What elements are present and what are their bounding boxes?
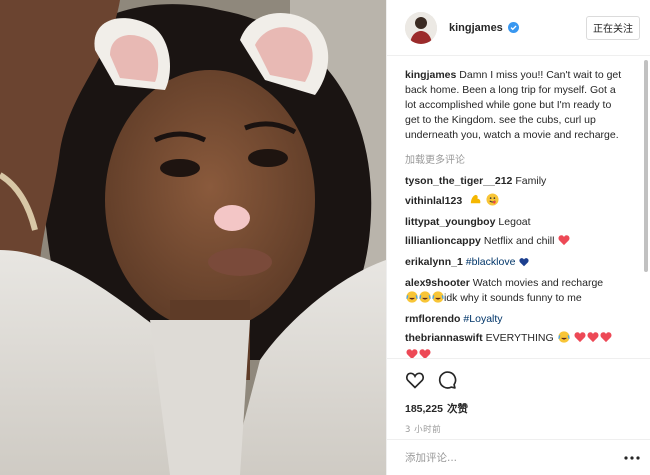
crying-laughing-emoji-icon	[432, 291, 444, 308]
red-heart-emoji-icon	[406, 348, 418, 358]
likes-number: 185,225	[405, 403, 443, 415]
speech-bubble-icon[interactable]	[437, 370, 457, 393]
comment-username[interactable]: alex9shooter	[405, 277, 470, 289]
selfie-image	[0, 0, 386, 475]
following-button[interactable]: 正在关注	[586, 15, 640, 40]
red-heart-emoji-icon	[574, 331, 586, 348]
blue-heart-emoji-icon	[519, 257, 529, 272]
comment-username[interactable]: littypat_youngboy	[405, 216, 495, 228]
comment-text: Netflix and chill	[483, 235, 555, 247]
heart-outline-icon[interactable]	[405, 370, 425, 393]
comment: littypat_youngboy Legoat	[405, 215, 628, 230]
caption: kingjames Damn I miss you!! Can't wait t…	[405, 68, 628, 143]
comment: thebriannaswift EVERYTHING	[405, 331, 628, 358]
post-photo[interactable]	[0, 0, 386, 475]
flexed-bicep-emoji-icon	[469, 193, 482, 211]
action-bar	[405, 369, 632, 393]
comment-text: Family	[515, 175, 547, 187]
crying-laughing-emoji-icon	[406, 291, 418, 308]
hashtag-link[interactable]: #blacklove	[466, 256, 516, 268]
comment-username[interactable]: tyson_the_tiger__212	[405, 175, 512, 187]
post-actions-area: 185,225 次赞 3 小时前	[387, 358, 650, 439]
red-heart-emoji-icon	[587, 331, 599, 348]
comment-text: Legoat	[498, 216, 531, 228]
comment: erikalynn_1 #blacklove	[405, 255, 628, 272]
comment-text: Watch movies and recharge	[472, 277, 604, 289]
likes-unit: 次赞	[446, 403, 468, 415]
likes-count[interactable]: 185,225 次赞	[405, 401, 632, 416]
red-heart-emoji-icon	[419, 348, 431, 358]
comment: alex9shooter Watch movies and recharge id…	[405, 276, 628, 308]
header-username[interactable]: kingjames	[449, 22, 503, 34]
add-comment-bar	[387, 439, 650, 475]
bunny-nose-filter	[214, 205, 250, 231]
comment-username[interactable]: vithinlal123	[405, 195, 462, 207]
crying-laughing-emoji-icon	[557, 331, 570, 348]
comment: lillianlioncappy Netflix and chill	[405, 234, 628, 251]
comments-list[interactable]: kingjames Damn I miss you!! Can't wait t…	[387, 56, 650, 358]
comment: vithinlal123	[405, 193, 628, 211]
comment-username[interactable]: thebriannaswift	[405, 332, 483, 344]
avatar-image	[405, 11, 437, 44]
red-heart-emoji-icon	[600, 331, 612, 348]
load-more-comments-link[interactable]: 加载更多评论	[405, 151, 628, 166]
comment: rmflorendo #Loyalty	[405, 312, 628, 327]
crying-laughing-emoji-icon	[419, 291, 431, 308]
hashtag-link[interactable]: #Loyalty	[463, 313, 502, 325]
comment: tyson_the_tiger__212 Family	[405, 174, 628, 189]
verified-badge-icon	[507, 22, 519, 33]
post-header: kingjames 正在关注	[387, 0, 650, 56]
instagram-post: kingjames 正在关注 kingjames Damn I miss you…	[0, 0, 650, 475]
red-heart-emoji-icon	[558, 234, 570, 251]
post-timestamp[interactable]: 3 小时前	[405, 423, 632, 435]
comment-text: EVERYTHING	[485, 332, 554, 344]
add-comment-input[interactable]	[405, 451, 624, 464]
post-side-panel: kingjames 正在关注 kingjames Damn I miss you…	[386, 0, 650, 475]
comment-username[interactable]: lillianlioncappy	[405, 235, 481, 247]
comments-scrollbar[interactable]	[644, 60, 648, 272]
comment-username[interactable]: erikalynn_1	[405, 256, 463, 268]
comment-username[interactable]: rmflorendo	[405, 313, 460, 325]
more-dots-icon[interactable]	[624, 452, 640, 464]
avatar[interactable]	[405, 11, 437, 44]
comment-text: idk why it sounds funny to me	[444, 292, 582, 304]
caption-username[interactable]: kingjames	[405, 69, 456, 81]
savoring-food-emoji-icon	[486, 193, 499, 211]
